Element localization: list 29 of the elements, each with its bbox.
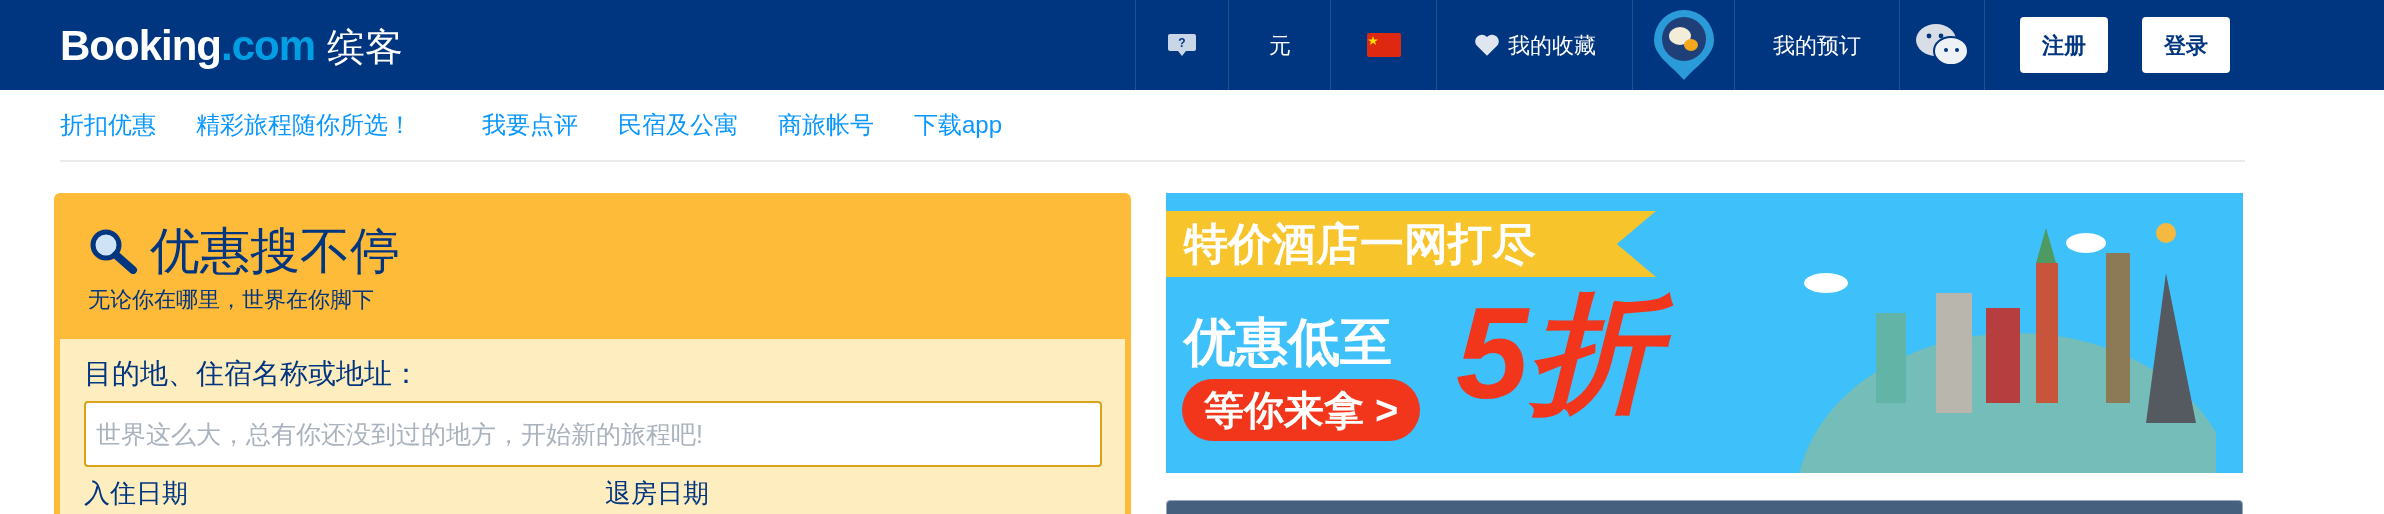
header-button[interactable]: 注册 [2020, 17, 2108, 73]
promo-banner[interactable]: 特价酒店一网打尽 优惠低至 等你来拿 > 5折 [1166, 193, 2243, 473]
nav-link[interactable]: 精彩旅程随你所选！ [196, 107, 412, 143]
header-button[interactable]: 登录 [2142, 17, 2230, 73]
logo-domain[interactable]: .com [221, 13, 315, 77]
banner-cta[interactable]: 等你来拿 > [1182, 379, 1421, 441]
checkin-label: 入住日期 [84, 479, 189, 507]
chat-pin-icon[interactable] [1651, 8, 1716, 82]
destination-label: 目的地、住宿名称或地址： [84, 357, 421, 391]
header-link[interactable]: 我的预订 [1773, 28, 1861, 62]
logo-wordmark[interactable]: Booking [60, 13, 221, 77]
nav-link[interactable]: 折扣优惠 [60, 107, 156, 143]
banner-headline: 优惠低至 [1184, 312, 1392, 373]
logo-local-name[interactable]: 缤客 [327, 18, 403, 76]
flag-icon[interactable] [1366, 33, 1401, 57]
search-title: 优惠搜不停 [150, 223, 400, 279]
nav-link[interactable]: 民宿及公寓 [618, 107, 738, 143]
banner-ribbon: 特价酒店一网打尽 [1166, 211, 1656, 277]
search-icon [88, 228, 138, 274]
heart-icon [1473, 33, 1500, 57]
checkout-label: 退房日期 [605, 479, 709, 507]
header-link[interactable]: 元 [1268, 28, 1291, 62]
favorites-link[interactable]: 我的收藏 [1473, 28, 1596, 62]
destination-input-field[interactable]: 世界这么大，总有你还没到过的地方，开始新的旅程吧! [84, 401, 1102, 467]
help-speech-bubble-icon[interactable]: ? [1167, 32, 1197, 58]
nav-link[interactable]: 我要点评 [482, 107, 578, 143]
nav-link[interactable]: 下载app [914, 107, 1003, 143]
nav-link[interactable]: 商旅帐号 [778, 107, 874, 143]
search-subtitle: 无论你在哪里，世界在你脚下 [88, 286, 375, 314]
